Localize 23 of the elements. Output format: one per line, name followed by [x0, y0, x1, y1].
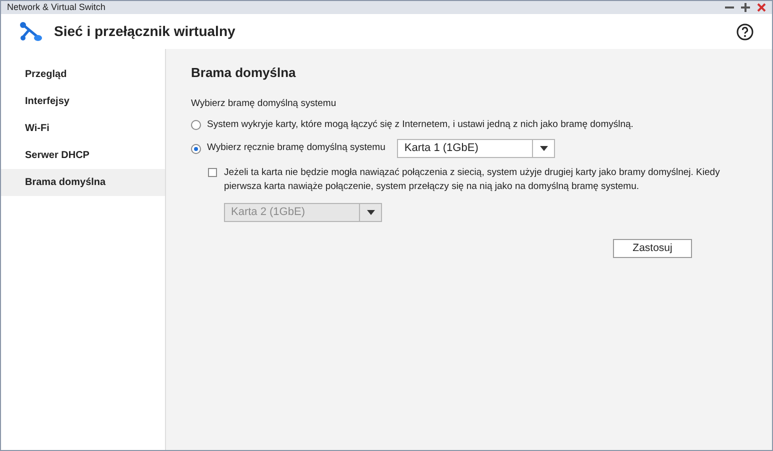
apply-button[interactable]: Zastosuj — [613, 239, 692, 258]
app-title: Sieć i przełącznik wirtualny — [54, 22, 236, 41]
window-title: Network & Virtual Switch — [7, 1, 106, 14]
caret-icon — [366, 210, 374, 215]
radio-label: Wybierz ręcznie bramę domyślną systemu — [207, 141, 386, 156]
radio-button[interactable] — [191, 144, 201, 154]
checkbox-label: Jeżeli ta karta nie będzie mogła nawiązać połączenia z siecią, system użyje drugiej karty jako bramy domyślnej. Kiedy pierwsza karta nawiąże połączenie, system przełączy się na nią jako na domyślną bramę systemu. — [224, 166, 721, 194]
radio-button[interactable] — [191, 120, 201, 130]
sidebar-item[interactable]: Brama domyślna — [1, 169, 165, 196]
caret-icon — [540, 146, 548, 151]
checkbox[interactable] — [208, 168, 217, 177]
page-title: Brama domyślna — [191, 64, 297, 82]
sidebar-item[interactable]: Serwer DHCP — [1, 142, 165, 169]
sidebar-item[interactable]: Interfejsy — [1, 88, 165, 115]
help-icon[interactable] — [736, 22, 754, 40]
section-label: Wybierz bramę domyślną systemu — [191, 96, 338, 110]
radio-label: System wykryje karty, które mogą łączyć się z Internetem, i ustawi jedną z nich jako bramę domyślną. — [207, 118, 634, 132]
dropdown[interactable]: Karta 1 (1GbE) — [397, 139, 556, 158]
close-icon[interactable] — [757, 3, 766, 12]
network-icon — [19, 20, 43, 42]
sidebar-item[interactable]: Przegląd — [1, 61, 165, 88]
sidebar-item[interactable]: Wi-Fi — [1, 115, 165, 142]
maximize-icon[interactable] — [741, 3, 750, 12]
